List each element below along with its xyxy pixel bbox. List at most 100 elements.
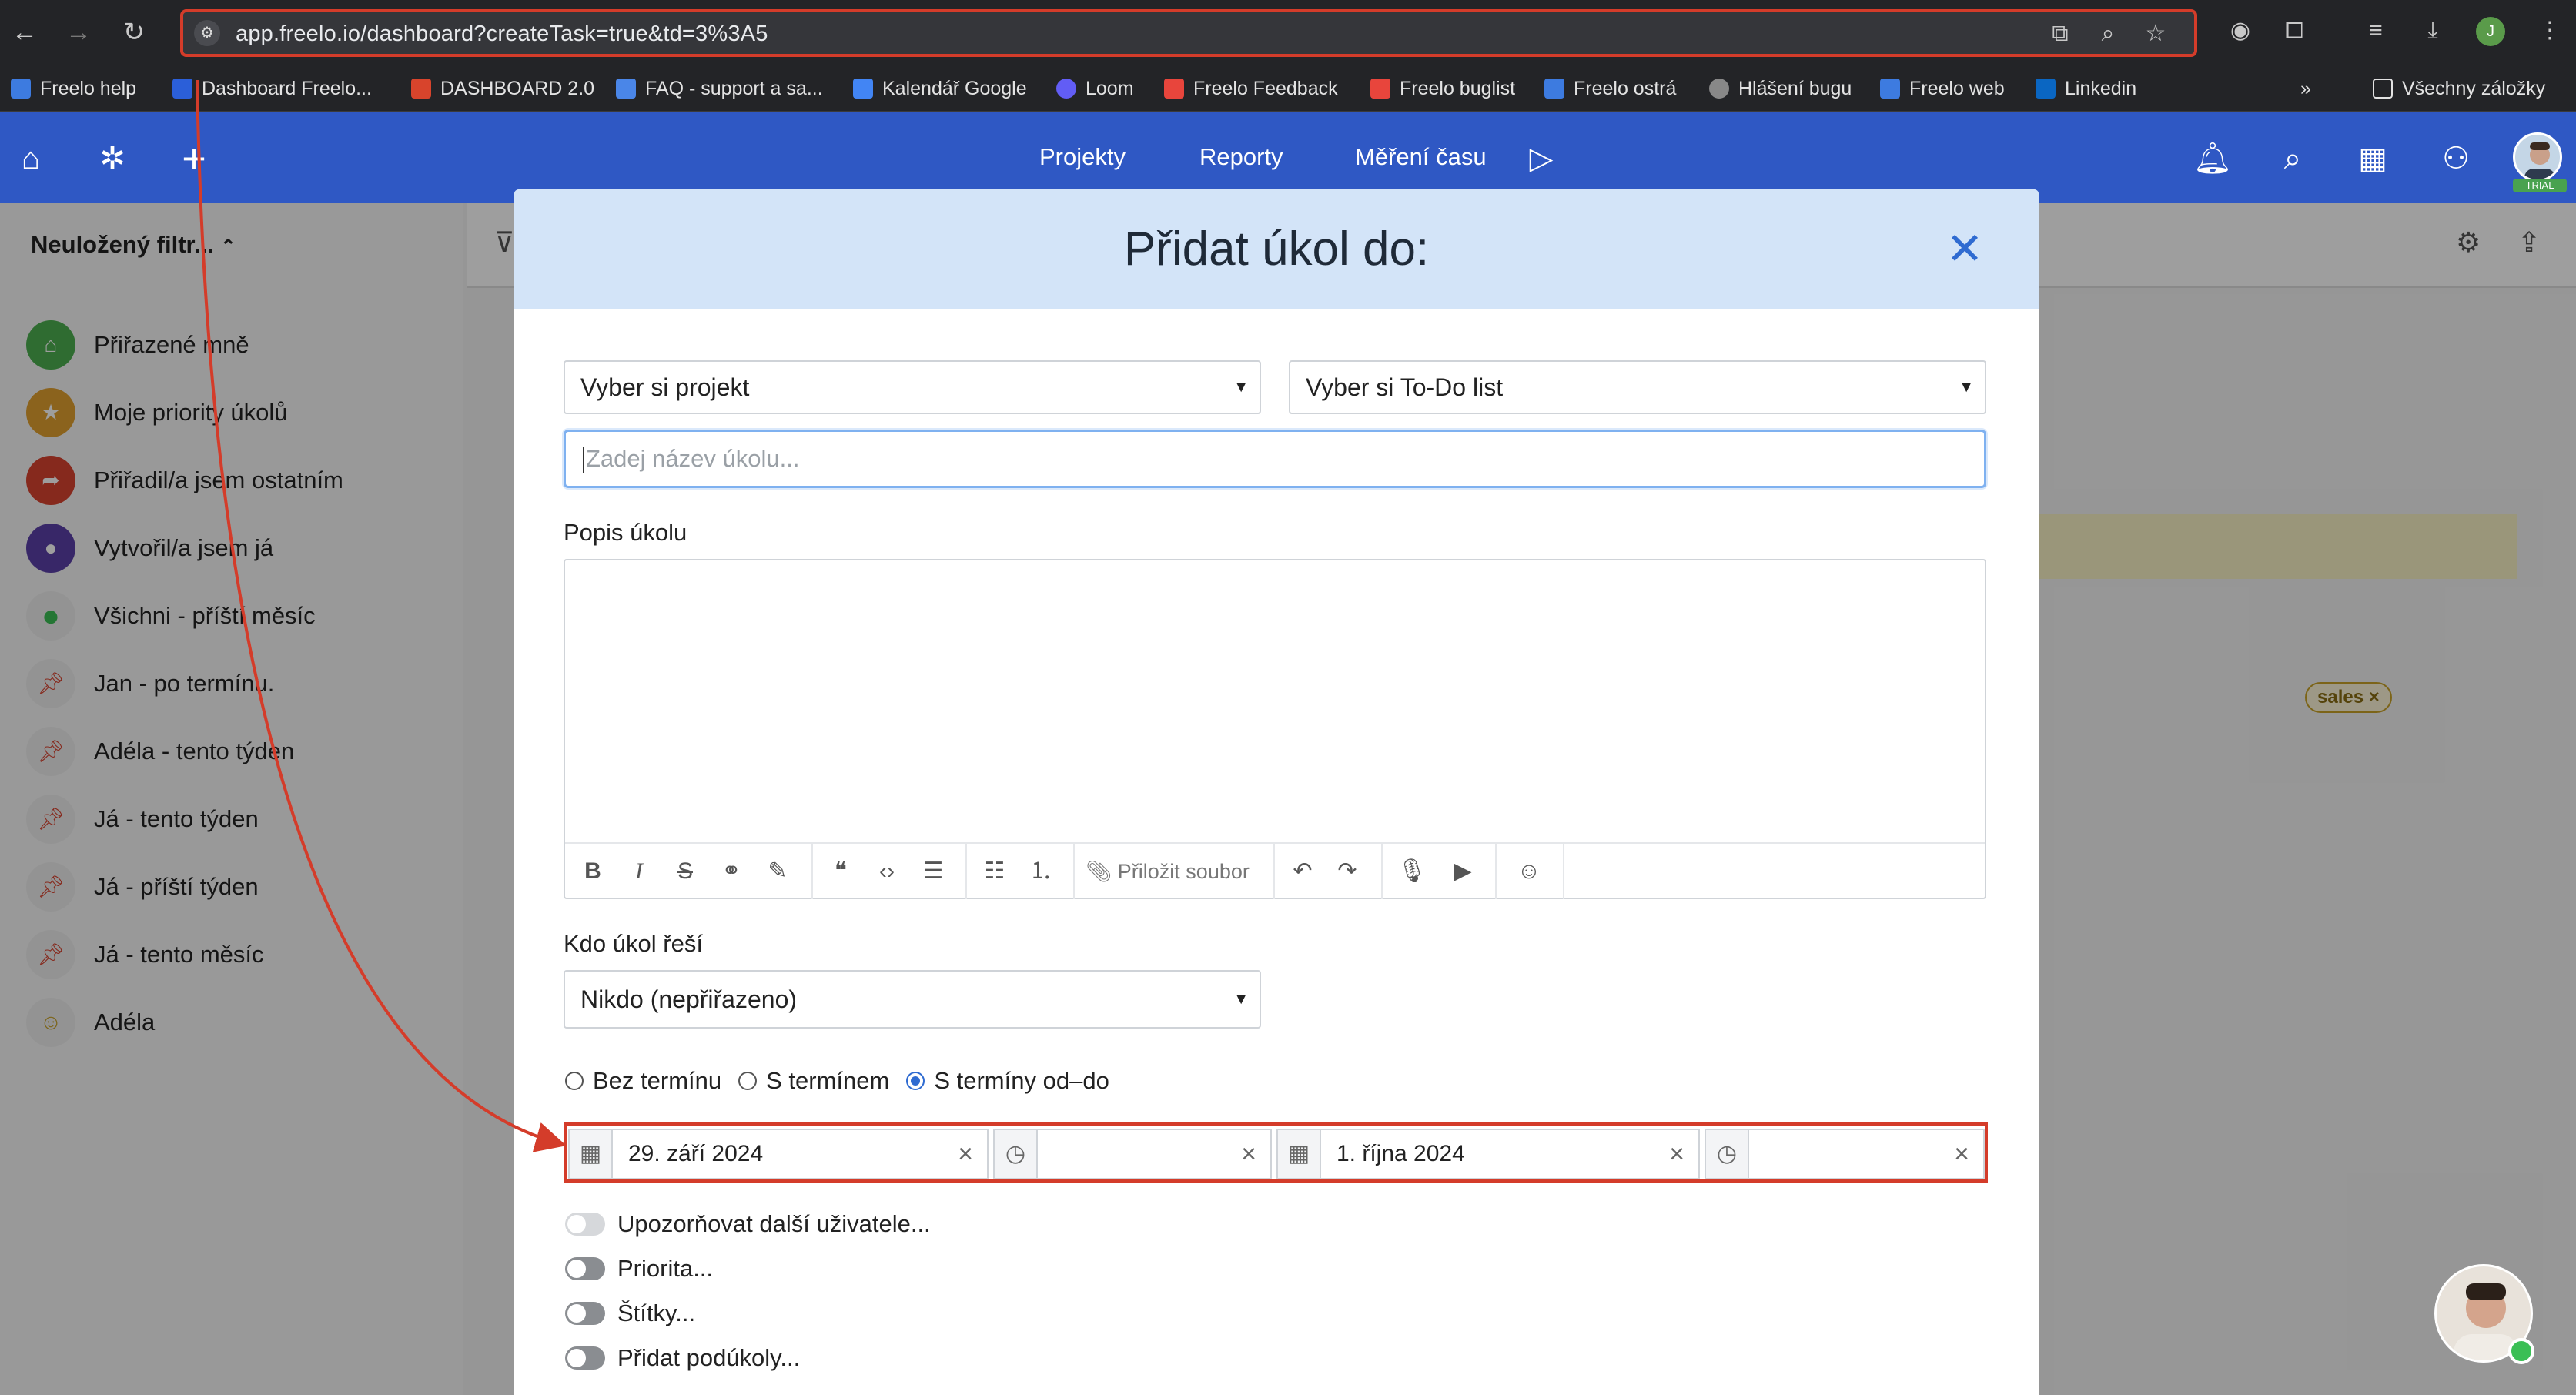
toggle-label: Priorita... <box>617 1255 714 1282</box>
site-settings-icon[interactable]: ⚙ <box>194 20 220 46</box>
bookmark-item[interactable]: Kalendář Google <box>853 75 1027 102</box>
bookmark-item[interactable]: Freelo buglist <box>1370 75 1515 102</box>
bookmark-item[interactable]: FAQ - support a sa... <box>616 75 823 102</box>
italic-icon[interactable]: I <box>622 855 656 888</box>
media-control-icon[interactable]: ≡ <box>2359 14 2393 48</box>
browser-menu-icon[interactable]: ⋮ <box>2533 14 2567 48</box>
code-icon[interactable]: ‹› <box>870 855 904 888</box>
all-bookmarks-label: Všechny záložky <box>2402 77 2546 99</box>
profile-avatar[interactable]: J <box>2476 17 2505 46</box>
toolbar-divider <box>1073 844 1075 899</box>
time-from-field[interactable]: ◷ × <box>993 1129 1272 1179</box>
bookmark-favicon-icon <box>616 79 636 99</box>
attach-file-label: Přiložit soubor <box>1117 860 1250 883</box>
toolbar-divider <box>1273 844 1275 899</box>
clear-date-to-icon[interactable]: × <box>1663 1130 1691 1178</box>
bookmark-favicon-icon <box>1056 79 1076 99</box>
download-icon[interactable]: ⤓ <box>2416 14 2450 48</box>
video-record-icon[interactable]: ▶ <box>1446 855 1480 888</box>
emoji-icon[interactable]: ☺ <box>1512 855 1546 888</box>
bookmark-star-icon[interactable]: ☆ <box>2140 18 2171 49</box>
task-name-input[interactable]: Zadej název úkolu... <box>564 430 1986 488</box>
toggle-switch[interactable] <box>565 1346 605 1370</box>
bookmark-favicon-icon <box>1164 79 1184 99</box>
clear-date-from-icon[interactable]: × <box>952 1130 979 1178</box>
calendar-icon[interactable]: ▦ <box>2351 137 2394 180</box>
clear-time-from-icon[interactable]: × <box>1235 1130 1263 1178</box>
time-to-field[interactable]: ◷ × <box>1705 1129 1985 1179</box>
back-icon[interactable]: ← <box>8 15 42 49</box>
bookmark-item[interactable]: Freelo web <box>1880 75 2005 102</box>
nav-time-tracking[interactable]: Měření času <box>1355 143 1487 171</box>
quote-icon[interactable]: ❝ <box>824 855 858 888</box>
align-center-icon[interactable]: ☰ <box>916 855 950 888</box>
toolbar-divider <box>811 844 813 899</box>
strikethrough-icon[interactable]: S <box>668 855 702 888</box>
link-icon[interactable]: ⚭ <box>714 855 748 888</box>
users-icon[interactable]: ⚇ <box>2434 137 2477 180</box>
bookmark-item[interactable]: Loom <box>1056 75 1134 102</box>
close-icon[interactable]: ✕ <box>1940 225 1989 274</box>
bookmark-favicon-icon <box>11 79 31 99</box>
bookmark-favicon-icon <box>1370 79 1390 99</box>
zoom-icon[interactable]: ⌕ <box>2093 18 2123 49</box>
bookmark-favicon-icon <box>411 79 431 99</box>
description-editor[interactable]: B I S ⚭ ✎ ❝ ‹› ☰ ☷ ⒈ 📎︎ Přiložit soubor … <box>564 559 1986 899</box>
bookmark-item[interactable]: Freelo help <box>11 75 136 102</box>
bookmark-favicon-icon <box>172 79 192 99</box>
play-timer-icon[interactable]: ▷ <box>1520 137 1563 180</box>
url-text[interactable]: app.freelo.io/dashboard?createTask=true&… <box>236 22 768 47</box>
forward-icon[interactable]: → <box>62 15 95 49</box>
toggle-switch[interactable] <box>565 1213 605 1236</box>
todo-list-select[interactable]: Vyber si To-Do list ▼ <box>1289 360 1986 414</box>
extensions-puzzle-icon[interactable]: ⧠ <box>2277 14 2311 48</box>
add-task-modal: Přidat úkol do: ✕ Vyber si projekt ▼ Vyb… <box>514 189 2039 1395</box>
bookmark-item[interactable]: DASHBOARD 2.0 <box>411 75 594 102</box>
settings-gear-icon[interactable]: ✲ <box>91 137 134 180</box>
bookmark-item[interactable]: Freelo Feedback <box>1164 75 1338 102</box>
date-to-field[interactable]: ▦ 1. října 2024 × <box>1276 1129 1700 1179</box>
date-from-field[interactable]: ▦ 29. září 2024 × <box>568 1129 989 1179</box>
assignee-select[interactable]: Nikdo (nepřiřazeno) ▼ <box>564 970 1261 1029</box>
extension-icon[interactable]: ◉ <box>2223 14 2257 48</box>
open-in-window-icon[interactable]: ⧉ <box>2045 18 2076 49</box>
toggle-notify-users[interactable]: Upozorňovat další uživatele... <box>565 1209 931 1239</box>
nav-reports[interactable]: Reporty <box>1199 143 1283 171</box>
radio-date-range[interactable]: S termíny od–do <box>906 1067 1109 1095</box>
radio-with-deadline[interactable]: S termínem <box>738 1067 889 1095</box>
bookmark-item[interactable]: Freelo ostrá <box>1544 75 1676 102</box>
add-plus-icon[interactable]: + <box>172 137 216 180</box>
project-select[interactable]: Vyber si projekt ▼ <box>564 360 1261 414</box>
clear-time-to-icon[interactable]: × <box>1948 1130 1975 1178</box>
numbered-list-icon[interactable]: ⒈ <box>1024 855 1058 888</box>
toggle-switch[interactable] <box>565 1257 605 1280</box>
radio-label: S termíny od–do <box>934 1067 1109 1094</box>
home-icon[interactable]: ⌂ <box>9 137 52 180</box>
radio-circle-selected <box>906 1072 925 1090</box>
bold-icon[interactable]: B <box>576 855 610 888</box>
bookmark-label: Hlášení bugu <box>1738 77 1852 99</box>
toggle-switch[interactable] <box>565 1302 605 1325</box>
search-icon[interactable]: ⌕ <box>2271 137 2314 180</box>
bookmark-item[interactable]: Hlášení bugu <box>1709 75 1852 102</box>
bookmark-item[interactable]: Dashboard Freelo... <box>172 75 372 102</box>
attach-file-button[interactable]: 📎︎ Přiložit soubor <box>1086 855 1263 888</box>
redo-icon[interactable]: ↷ <box>1330 855 1364 888</box>
more-bookmarks-icon[interactable]: » <box>2300 75 2311 102</box>
microphone-icon[interactable]: 🎙︎ <box>1395 855 1429 888</box>
all-bookmarks-folder[interactable]: Všechny záložky <box>2373 75 2545 102</box>
radio-no-deadline[interactable]: Bez termínu <box>565 1067 721 1095</box>
undo-icon[interactable]: ↶ <box>1286 855 1320 888</box>
toggle-labels[interactable]: Štítky... <box>565 1298 695 1329</box>
bookmark-item[interactable]: Linkedin <box>2036 75 2136 102</box>
address-bar[interactable]: ⚙ app.freelo.io/dashboard?createTask=tru… <box>180 9 2197 57</box>
notifications-bell-icon[interactable]: 🔔︎ <box>2191 137 2234 180</box>
toggle-priority[interactable]: Priorita... <box>565 1253 713 1284</box>
reload-icon[interactable]: ↻ <box>117 15 151 49</box>
bullet-list-icon[interactable]: ☷ <box>978 855 1012 888</box>
brush-icon[interactable]: ✎ <box>761 855 795 888</box>
todo-select-value: Vyber si To-Do list <box>1306 373 1504 401</box>
nav-projects[interactable]: Projekty <box>1039 143 1126 171</box>
user-avatar[interactable] <box>2513 132 2562 182</box>
toggle-subtasks[interactable]: Přidat podúkoly... <box>565 1343 800 1373</box>
